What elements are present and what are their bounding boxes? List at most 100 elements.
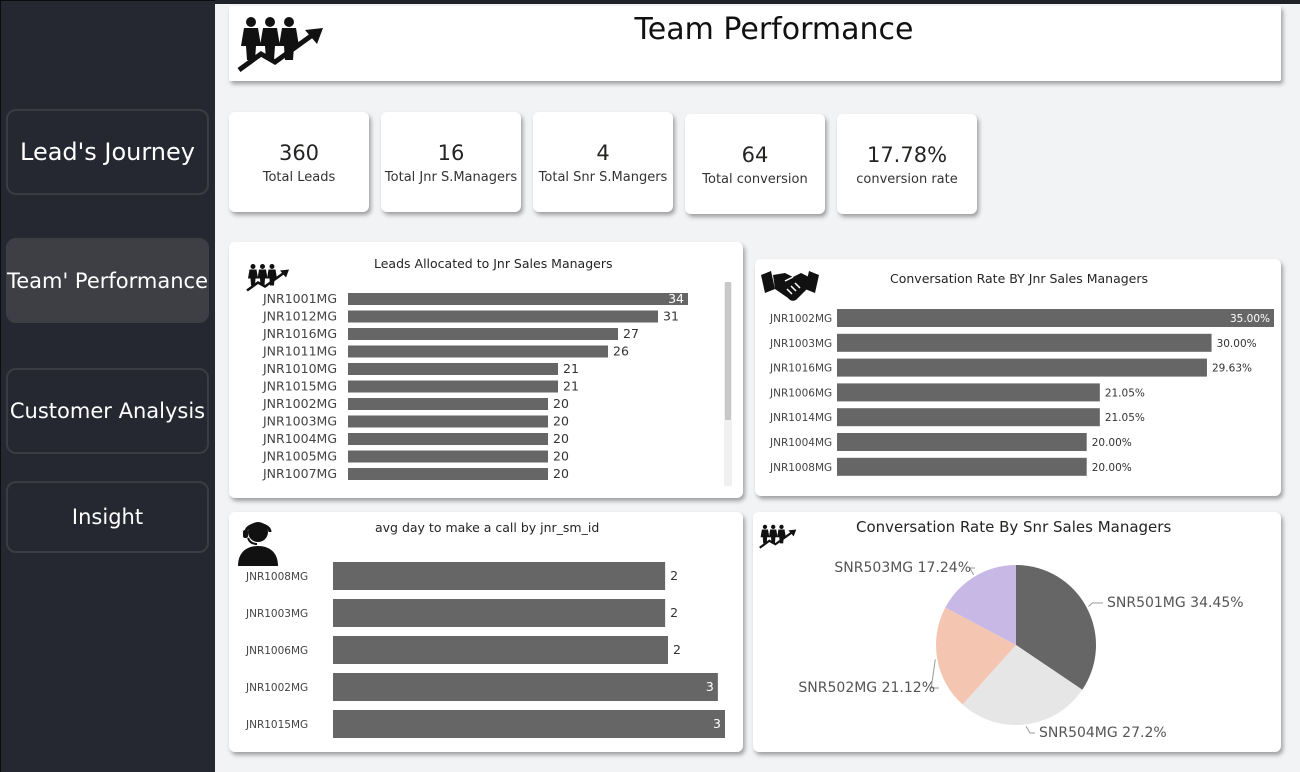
category-label: JNR1015MG bbox=[262, 379, 337, 394]
data-label: 20 bbox=[553, 396, 569, 411]
bar[interactable] bbox=[348, 363, 558, 375]
nav-customer-analysis-button[interactable]: Customer Analysis bbox=[6, 368, 209, 454]
leader-line bbox=[1088, 602, 1103, 607]
bar[interactable] bbox=[348, 310, 658, 323]
scrollbar-thumb[interactable] bbox=[725, 282, 731, 420]
data-label: 2 bbox=[673, 642, 681, 657]
kpi-label: Total conversion bbox=[702, 171, 808, 187]
bar[interactable] bbox=[333, 599, 666, 627]
kpi-total-leads: 360 Total Leads bbox=[229, 112, 369, 212]
bar[interactable] bbox=[837, 309, 1274, 327]
kpi-value: 4 bbox=[596, 140, 610, 165]
kpi-conversion-rate: 17.78% conversion rate bbox=[837, 114, 977, 214]
sidebar: Lead's Journey Team' Performance Custome… bbox=[0, 0, 215, 772]
bar[interactable] bbox=[348, 328, 618, 340]
category-label: JNR1006MG bbox=[245, 645, 308, 657]
data-label: 3 bbox=[706, 679, 714, 694]
category-label: JNR1008MG bbox=[245, 571, 308, 583]
kpi-value: 360 bbox=[278, 140, 320, 165]
bar[interactable] bbox=[348, 345, 608, 358]
data-label: 21.05% bbox=[1105, 412, 1145, 424]
bar[interactable] bbox=[348, 380, 558, 393]
category-label: JNR1012MG bbox=[262, 309, 337, 324]
data-label: 2 bbox=[670, 605, 678, 620]
data-label: 21 bbox=[563, 361, 579, 376]
bar[interactable] bbox=[333, 710, 725, 738]
category-label: JNR1002MG bbox=[769, 313, 832, 325]
bar[interactable] bbox=[348, 293, 688, 305]
bar[interactable] bbox=[837, 333, 1212, 352]
bar[interactable] bbox=[837, 433, 1087, 451]
report-canvas: Team Performance 360 Total Leads 16 Tota… bbox=[215, 4, 1300, 772]
data-label: 2 bbox=[670, 568, 678, 583]
bar[interactable] bbox=[837, 408, 1100, 427]
data-label: 21 bbox=[563, 379, 579, 394]
conversion-rate-snr-pie: SNR501MG 34.45% SNR504MG 27.2% SNR502MG 21… bbox=[798, 560, 1244, 741]
avg-day-call-chart: JNR1008MG 2 JNR1003MG 2 JNR1006MG 2 JNR1002MG 3… bbox=[245, 562, 725, 738]
category-label: JNR1002MG bbox=[245, 682, 308, 694]
data-label: 27 bbox=[623, 326, 639, 341]
kpi-value: 64 bbox=[741, 142, 769, 167]
category-label: JNR1015MG bbox=[245, 719, 308, 731]
category-label: JNR1003MG bbox=[245, 608, 308, 620]
kpi-total-jnr-managers: 16 Total Jnr S.Managers bbox=[381, 112, 521, 212]
header-card: Team Performance bbox=[229, 6, 1281, 81]
data-label: 29.63% bbox=[1212, 363, 1252, 375]
category-label: JNR1011MG bbox=[262, 344, 337, 359]
category-label: JNR1003MG bbox=[769, 338, 832, 350]
nav-insight-button[interactable]: Insight bbox=[6, 481, 209, 553]
avg-day-call-chart-card: avg day to make a call by jnr_sm_id JNR1… bbox=[229, 512, 743, 752]
conversion-rate-jnr-chart: JNR1002MG 35.00% JNR1003MG 30.00% JNR1016MG 2… bbox=[769, 309, 1274, 476]
data-label: 31 bbox=[663, 309, 679, 324]
category-label: JNR1014MG bbox=[769, 412, 832, 424]
category-label: JNR1016MG bbox=[262, 326, 337, 341]
data-label: 20 bbox=[553, 431, 569, 446]
category-label: JNR1004MG bbox=[769, 437, 832, 449]
data-label: 26 bbox=[613, 344, 629, 359]
pie-label: SNR502MG 21.12% bbox=[798, 680, 935, 696]
data-label: 34 bbox=[668, 291, 684, 306]
category-label: JNR1005MG bbox=[262, 449, 337, 464]
category-label: JNR1016MG bbox=[769, 363, 832, 375]
bar[interactable] bbox=[348, 468, 548, 480]
kpi-total-conversion: 64 Total conversion bbox=[685, 114, 825, 214]
conversion-rate-snr-chart-card: Conversation Rate By Snr Sales Managers … bbox=[753, 512, 1281, 752]
bar[interactable] bbox=[348, 433, 548, 445]
chart-scrollbar[interactable] bbox=[724, 282, 732, 486]
leads-allocated-chart-card: Leads Allocated to Jnr Sales Managers JN… bbox=[229, 242, 743, 498]
data-label: 20.00% bbox=[1092, 462, 1132, 474]
bar[interactable] bbox=[348, 415, 548, 428]
category-label: JNR1006MG bbox=[769, 387, 832, 399]
bar[interactable] bbox=[348, 398, 548, 410]
page-title: Team Performance bbox=[634, 12, 914, 47]
nav-leads-journey-button[interactable]: Lead's Journey bbox=[6, 109, 209, 195]
data-label: 20.00% bbox=[1092, 437, 1132, 449]
category-label: JNR1010MG bbox=[262, 361, 337, 376]
kpi-label: Total Leads bbox=[262, 169, 336, 185]
pie-label: SNR501MG 34.45% bbox=[1107, 595, 1244, 611]
data-label: 35.00% bbox=[1230, 313, 1270, 325]
bar[interactable] bbox=[837, 383, 1100, 402]
bar[interactable] bbox=[333, 673, 718, 701]
leads-allocated-chart: JNR1001MG 34 JNR1012MG 31 JNR1016MG 27 JNR1011… bbox=[262, 291, 688, 481]
category-label: JNR1007MG bbox=[262, 466, 337, 481]
data-label: 21.05% bbox=[1105, 387, 1145, 399]
bar[interactable] bbox=[333, 562, 666, 590]
category-label: JNR1004MG bbox=[262, 431, 337, 446]
kpi-value: 16 bbox=[437, 140, 465, 165]
data-label: 3 bbox=[713, 716, 721, 731]
bar[interactable] bbox=[837, 457, 1087, 476]
bar[interactable] bbox=[348, 450, 548, 463]
bar[interactable] bbox=[333, 636, 668, 664]
category-label: JNR1001MG bbox=[262, 291, 337, 306]
kpi-total-snr-managers: 4 Total Snr S.Mangers bbox=[533, 112, 673, 212]
data-label: 30.00% bbox=[1217, 338, 1257, 350]
pie-label: SNR503MG 17.24% bbox=[834, 560, 971, 576]
conversion-rate-jnr-chart-card: Conversation Rate BY Jnr Sales Managers … bbox=[755, 259, 1281, 496]
data-label: 20 bbox=[553, 449, 569, 464]
category-label: JNR1003MG bbox=[262, 414, 337, 429]
nav-team-performance-button[interactable]: Team' Performance bbox=[6, 238, 209, 323]
kpi-value: 17.78% bbox=[866, 142, 948, 167]
leader-line bbox=[1025, 726, 1035, 734]
bar[interactable] bbox=[837, 358, 1207, 377]
